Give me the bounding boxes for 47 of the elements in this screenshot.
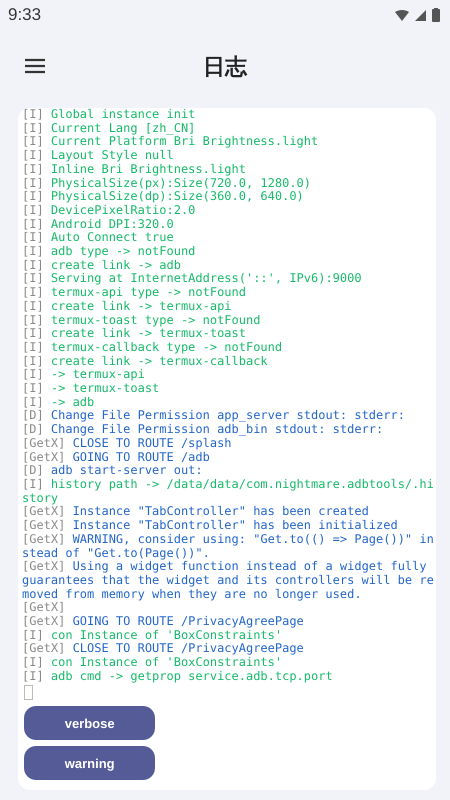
log-line: [GetX] [22,601,66,616]
log-line: [I] create link -> adb [22,258,182,272]
log-line: [I] Android DPI:320.0 [22,218,175,232]
log-line: [GetX] WARNING, consider using: "Get.to(() => Page())" instead of "Get.to(Page())". [22,532,435,560]
log-line: [I] Layout Style null [22,149,175,163]
log-line: [I] Global instance init [22,108,196,122]
log-line: [I] termux-api type -> notFound [22,286,247,300]
log-line: [GetX] GOING TO ROUTE /adb [22,450,211,464]
log-line: [GetX] CLOSE TO ROUTE /PrivacyAgreePage [22,642,305,656]
signal-icon [415,10,426,20]
log-line: [I] Serving at InternetAddress('::', IPv6):9000 [22,272,363,286]
log-line: [GetX] CLOSE TO ROUTE /splash [22,436,232,451]
log-line: [I] DevicePixelRatio:2.0 [22,204,196,218]
battery-icon [432,8,440,22]
log-line: [I] Current Lang [zh_CN] [22,122,196,136]
log-line: [D] Change File Permission adb_bin stdout: stderr: [22,423,384,437]
log-line: [I] Current Platform Bri Brightness.light [22,135,320,150]
log-line: [I] Auto Connect true [22,231,175,246]
log-line: [D] Change File Permission app_server stdout: stderr: [22,409,406,424]
log-line: [I] -> adb [22,396,96,410]
log-line: [I] Inline Bri Brightness.light [22,162,247,177]
log-level-button[interactable]: warning [24,746,156,780]
log-line: [I] create link -> termux-api [22,300,233,314]
command-field[interactable] [24,684,33,700]
log-line: [I] PhysicalSize(dp):Size(360.0, 640.0) [22,190,305,204]
log-line: [I] adb type -> notFound [22,245,196,259]
log-level-button[interactable]: verbose [24,706,156,740]
log-line: [I] con Instance of 'BoxConstraints' [22,628,282,642]
log-line: [I] create link -> termux-toast [22,327,247,341]
log-line: [I] -> termux-api [22,368,146,382]
log-line: [D] adb start-server out: [22,464,204,478]
log-line: [I] adb cmd -> getprop service.adb.tcp.port [22,670,334,684]
log-line: [I] con Instance of 'BoxConstraints' [22,656,284,670]
log-line: [I] create link -> termux-callback [22,354,269,368]
log-line: [GetX] Instance "TabController" has been initialized [22,519,399,533]
log-line: [GetX] Instance "TabController" has been created [22,505,370,520]
log-line: [I] history path -> /data/data/com.nightmare.adbtools/.history [22,478,435,506]
wifi-icon [395,10,409,20]
menu-icon[interactable] [24,58,46,74]
status-time: 9:33 [8,5,42,25]
page-title: 日志 [203,53,247,81]
log-line: [I] -> termux-toast [22,382,160,396]
log-line: [I] PhysicalSize(px):Size(720.0, 1280.0) [22,176,312,190]
log-line: [GetX] GOING TO ROUTE /PrivacyAgreePage [22,615,305,629]
log-line: [I] termux-toast type -> notFound [22,314,262,328]
log-line: [GetX] Using a widget function instead of a widget fully guarantees that the widget and its controllers will be removed from memory when they are no longer used. [22,560,435,602]
log-line: [I] termux-callback type -> notFound [22,340,284,355]
